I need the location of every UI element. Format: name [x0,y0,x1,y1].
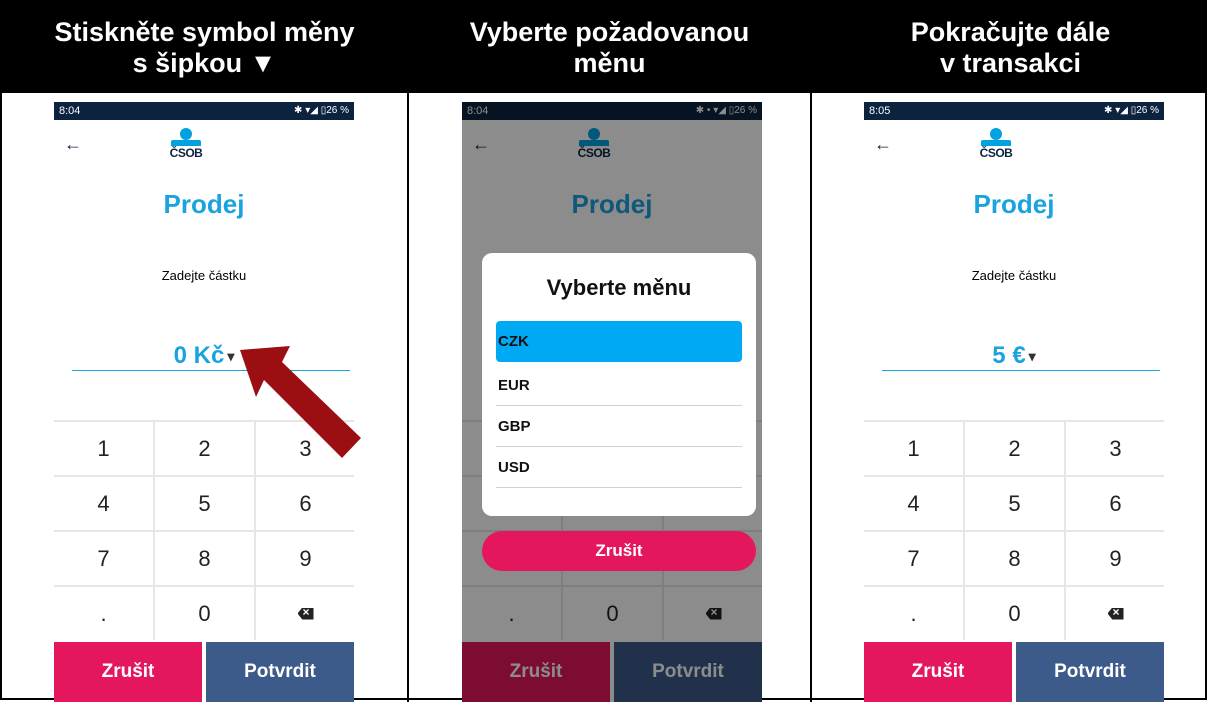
backspace-key[interactable] [256,587,354,640]
backspace-icon [297,607,314,620]
key-0[interactable]: 0 [155,587,254,640]
status-bar: 8:04 ✱ ▾◢ ▯26 % [54,102,354,120]
confirm-button[interactable]: Potvrdit [1016,642,1164,702]
amount-prompt: Zadejte částku [161,268,247,283]
amount-value: 5 € [992,342,1026,369]
step-2-header-line-1: Vyberte požadovanou [469,16,750,47]
phone-screen-2: 8:04 ✱ • ▾◢ ▯26 % ← ČSOB Prodej . 0 × Zr… [462,102,762,702]
key-3[interactable]: 3 [1066,422,1164,475]
currency-option-usd[interactable]: USD [496,447,742,488]
confirm-button[interactable]: Potvrdit [206,642,354,702]
amount-value: 0 Kč [173,342,225,369]
amount-prompt: Zadejte částku [971,268,1057,283]
key-5[interactable]: 5 [965,477,1064,530]
currency-option-gbp[interactable]: GBP [496,406,742,447]
dialog-title: Vyberte měnu [546,275,692,300]
amount-display[interactable]: 5 € ▾ [864,342,1164,370]
key-1[interactable]: 1 [864,422,963,475]
pointer-arrow-icon [240,346,361,458]
csob-logo: ČSOB [166,128,206,162]
page-title: Prodej [973,189,1055,219]
status-icons: ✱ ▾◢ ▯26 % [1104,105,1159,116]
step-2-header-line-2: měnu [573,47,646,78]
step-3-header-line-1: Pokračujte dále [910,16,1111,47]
step-1-header-line-1: Stiskněte symbol měny [54,16,355,47]
key-6[interactable]: 6 [256,477,354,530]
key-4[interactable]: 4 [864,477,963,530]
step-1-header: Stiskněte symbol měny s šipkou ▼ [2,2,407,93]
csob-logo: ČSOB [976,128,1016,162]
key-7[interactable]: 7 [54,532,153,585]
currency-option-czk[interactable]: CZK [496,321,742,362]
currency-dialog: Vyberte měnu CZK EUR GBP USD [482,253,756,516]
step-2-header: Vyberte požadovanou měnu [409,2,810,93]
key-dot[interactable]: . [864,587,963,640]
step-2-column: Vyberte požadovanou měnu 8:04 ✱ • ▾◢ ▯26… [407,2,810,702]
page-title: Prodej [163,189,245,219]
backspace-key[interactable] [1066,587,1164,640]
amount-underline [882,370,1160,371]
key-8[interactable]: 8 [965,532,1064,585]
step-3-column: Pokračujte dále v transakci 8:05 ✱ ▾◢ ▯2… [810,2,1207,702]
key-dot[interactable]: . [54,587,153,640]
key-6[interactable]: 6 [1066,477,1164,530]
logo-text: ČSOB [979,146,1013,160]
instruction-table: Stiskněte symbol měny s šipkou ▼ 8:04 ✱ … [0,0,1207,702]
step-3-header: Pokračujte dále v transakci [812,2,1207,93]
cancel-button[interactable]: Zrušit [864,642,1012,702]
key-8[interactable]: 8 [155,532,254,585]
back-arrow-icon[interactable]: ← [64,134,82,155]
currency-dropdown-icon[interactable]: ▾ [227,348,234,364]
key-9[interactable]: 9 [256,532,354,585]
key-0[interactable]: 0 [965,587,1064,640]
cancel-button[interactable]: Zrušit [54,642,202,702]
currency-dropdown-icon[interactable]: ▾ [1029,348,1036,364]
keypad: 1 2 3 4 5 6 7 8 9 . 0 [864,420,1164,640]
key-1[interactable]: 1 [54,422,153,475]
backspace-icon [1107,607,1124,620]
key-7[interactable]: 7 [864,532,963,585]
logo-text: ČSOB [169,146,203,160]
key-5[interactable]: 5 [155,477,254,530]
step-1-header-line-2: s šipkou ▼ [132,47,277,78]
back-arrow-icon[interactable]: ← [874,134,892,155]
key-9[interactable]: 9 [1066,532,1164,585]
status-time: 8:04 [59,105,81,117]
phone-screen-3: 8:05 ✱ ▾◢ ▯26 % ← ČSOB Prodej Zadejte čá… [864,102,1164,702]
dialog-cancel-button[interactable]: Zrušit [482,531,756,571]
status-icons: ✱ ▾◢ ▯26 % [294,105,349,116]
step-3-header-line-2: v transakci [939,47,1082,78]
currency-option-eur[interactable]: EUR [496,365,742,406]
key-4[interactable]: 4 [54,477,153,530]
status-bar: 8:05 ✱ ▾◢ ▯26 % [864,102,1164,120]
status-time: 8:05 [869,105,891,117]
key-2[interactable]: 2 [965,422,1064,475]
